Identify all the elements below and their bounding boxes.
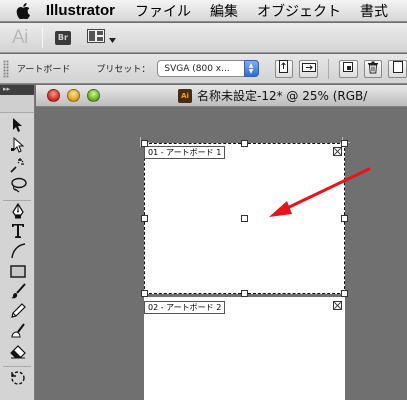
apple-icon[interactable]	[16, 2, 32, 19]
bridge-button[interactable]: Br	[54, 30, 71, 45]
menu-bar: Illustrator ファイル 編集 オブジェクト 書式	[0, 0, 407, 22]
lasso-icon	[9, 177, 27, 197]
app-name-menu[interactable]: Illustrator	[46, 2, 115, 19]
ai-document-icon: Ai	[178, 88, 192, 103]
paintbrush-icon	[10, 283, 26, 303]
selection-tool[interactable]	[6, 117, 30, 137]
resize-handle-top-right[interactable]	[341, 140, 348, 147]
document-window: Ai 名称未設定-12* @ 25% (RGB/ 01 - アートボード 1 0…	[36, 85, 407, 400]
type-tool[interactable]	[6, 223, 30, 243]
portrait-icon	[277, 60, 290, 77]
divider	[3, 200, 31, 201]
tools-panel-collapse[interactable]: ▸▸	[0, 85, 34, 95]
artboard-options-button[interactable]	[388, 59, 407, 78]
magic-wand-tool[interactable]	[6, 157, 30, 177]
eraser-icon	[10, 344, 26, 363]
preset-select[interactable]: SVGA (800 x... ▲ ▼	[157, 60, 259, 77]
document-title: 名称未設定-12* @ 25% (RGB/	[197, 89, 368, 103]
panel-grip[interactable]	[3, 59, 9, 78]
landscape-icon	[301, 61, 316, 77]
minimize-window-button[interactable]	[67, 89, 80, 102]
resize-handle-bottom[interactable]	[241, 290, 248, 297]
resize-handle-top[interactable]	[241, 140, 248, 147]
zoom-window-button[interactable]	[87, 89, 100, 102]
divider	[327, 58, 329, 79]
pen-nib-icon	[11, 202, 25, 223]
direct-selection-tool[interactable]	[6, 136, 30, 157]
tools-panel: ▸▸	[0, 85, 35, 400]
preset-value: SVGA (800 x...	[164, 63, 230, 74]
new-artboard-icon	[342, 61, 354, 76]
resize-handle-bottom-left[interactable]	[141, 290, 148, 297]
artboard-1-label[interactable]: 01 - アートボード 1	[144, 146, 226, 159]
artboard-label: アートボード	[16, 65, 71, 75]
rotate-tool[interactable]	[6, 370, 30, 390]
menu-object[interactable]: オブジェクト	[257, 1, 341, 21]
pen-tool[interactable]	[6, 202, 30, 223]
document-titlebar: Ai 名称未設定-12* @ 25% (RGB/	[36, 85, 407, 107]
close-window-button[interactable]	[47, 89, 60, 102]
blob-brush-tool[interactable]	[6, 323, 30, 343]
menu-file[interactable]: ファイル	[135, 1, 191, 21]
paintbrush-tool[interactable]	[6, 283, 30, 303]
artboard-options-icon	[392, 61, 403, 76]
artboard-2-close-icon[interactable]	[333, 301, 342, 310]
landscape-orientation-button[interactable]	[299, 59, 318, 78]
resize-handle-top-left[interactable]	[141, 140, 148, 147]
tools-panel-grip[interactable]	[0, 95, 34, 113]
type-t-icon	[11, 223, 25, 243]
preset-label: プリセット：	[96, 65, 151, 75]
new-artboard-button[interactable]	[338, 59, 358, 78]
artboard-2-label[interactable]: 02 - アートボード 2	[144, 301, 226, 314]
annotation-arrow	[269, 167, 371, 217]
rectangle-tool[interactable]	[6, 263, 30, 283]
pencil-icon	[10, 303, 26, 323]
artboard-1-close-icon[interactable]	[333, 147, 342, 156]
pencil-tool[interactable]	[6, 303, 30, 323]
resize-handle-bottom-right[interactable]	[341, 290, 348, 297]
artboard-center-point[interactable]	[241, 215, 248, 222]
eraser-tool[interactable]	[6, 343, 30, 363]
trash-icon	[367, 61, 379, 77]
arrange-documents-icon	[86, 28, 105, 47]
lasso-tool[interactable]	[6, 177, 30, 197]
arc-line-icon	[10, 243, 26, 263]
resize-handle-left[interactable]	[141, 215, 148, 222]
chevron-down-icon	[108, 28, 116, 47]
portrait-orientation-button[interactable]	[274, 59, 294, 78]
blob-brush-icon	[10, 323, 26, 343]
line-segment-tool[interactable]	[6, 243, 30, 263]
menu-type[interactable]: 書式	[360, 1, 388, 21]
menu-edit[interactable]: 編集	[210, 1, 238, 21]
magic-wand-icon	[10, 157, 26, 177]
delete-artboard-button[interactable]	[363, 59, 383, 78]
selection-arrow-icon	[12, 117, 24, 137]
rectangle-icon	[10, 264, 26, 283]
control-bar: アートボード プリセット： SVGA (800 x... ▲ ▼	[0, 54, 407, 84]
direct-selection-arrow-icon	[11, 136, 25, 157]
application-bar: Ai Br	[0, 23, 407, 53]
divider	[41, 27, 43, 48]
arrange-documents-button[interactable]	[86, 28, 116, 47]
select-stepper-icon: ▲ ▼	[243, 60, 259, 77]
ai-logo: Ai	[12, 26, 28, 48]
rotate-icon	[10, 370, 26, 390]
divider	[3, 366, 31, 367]
